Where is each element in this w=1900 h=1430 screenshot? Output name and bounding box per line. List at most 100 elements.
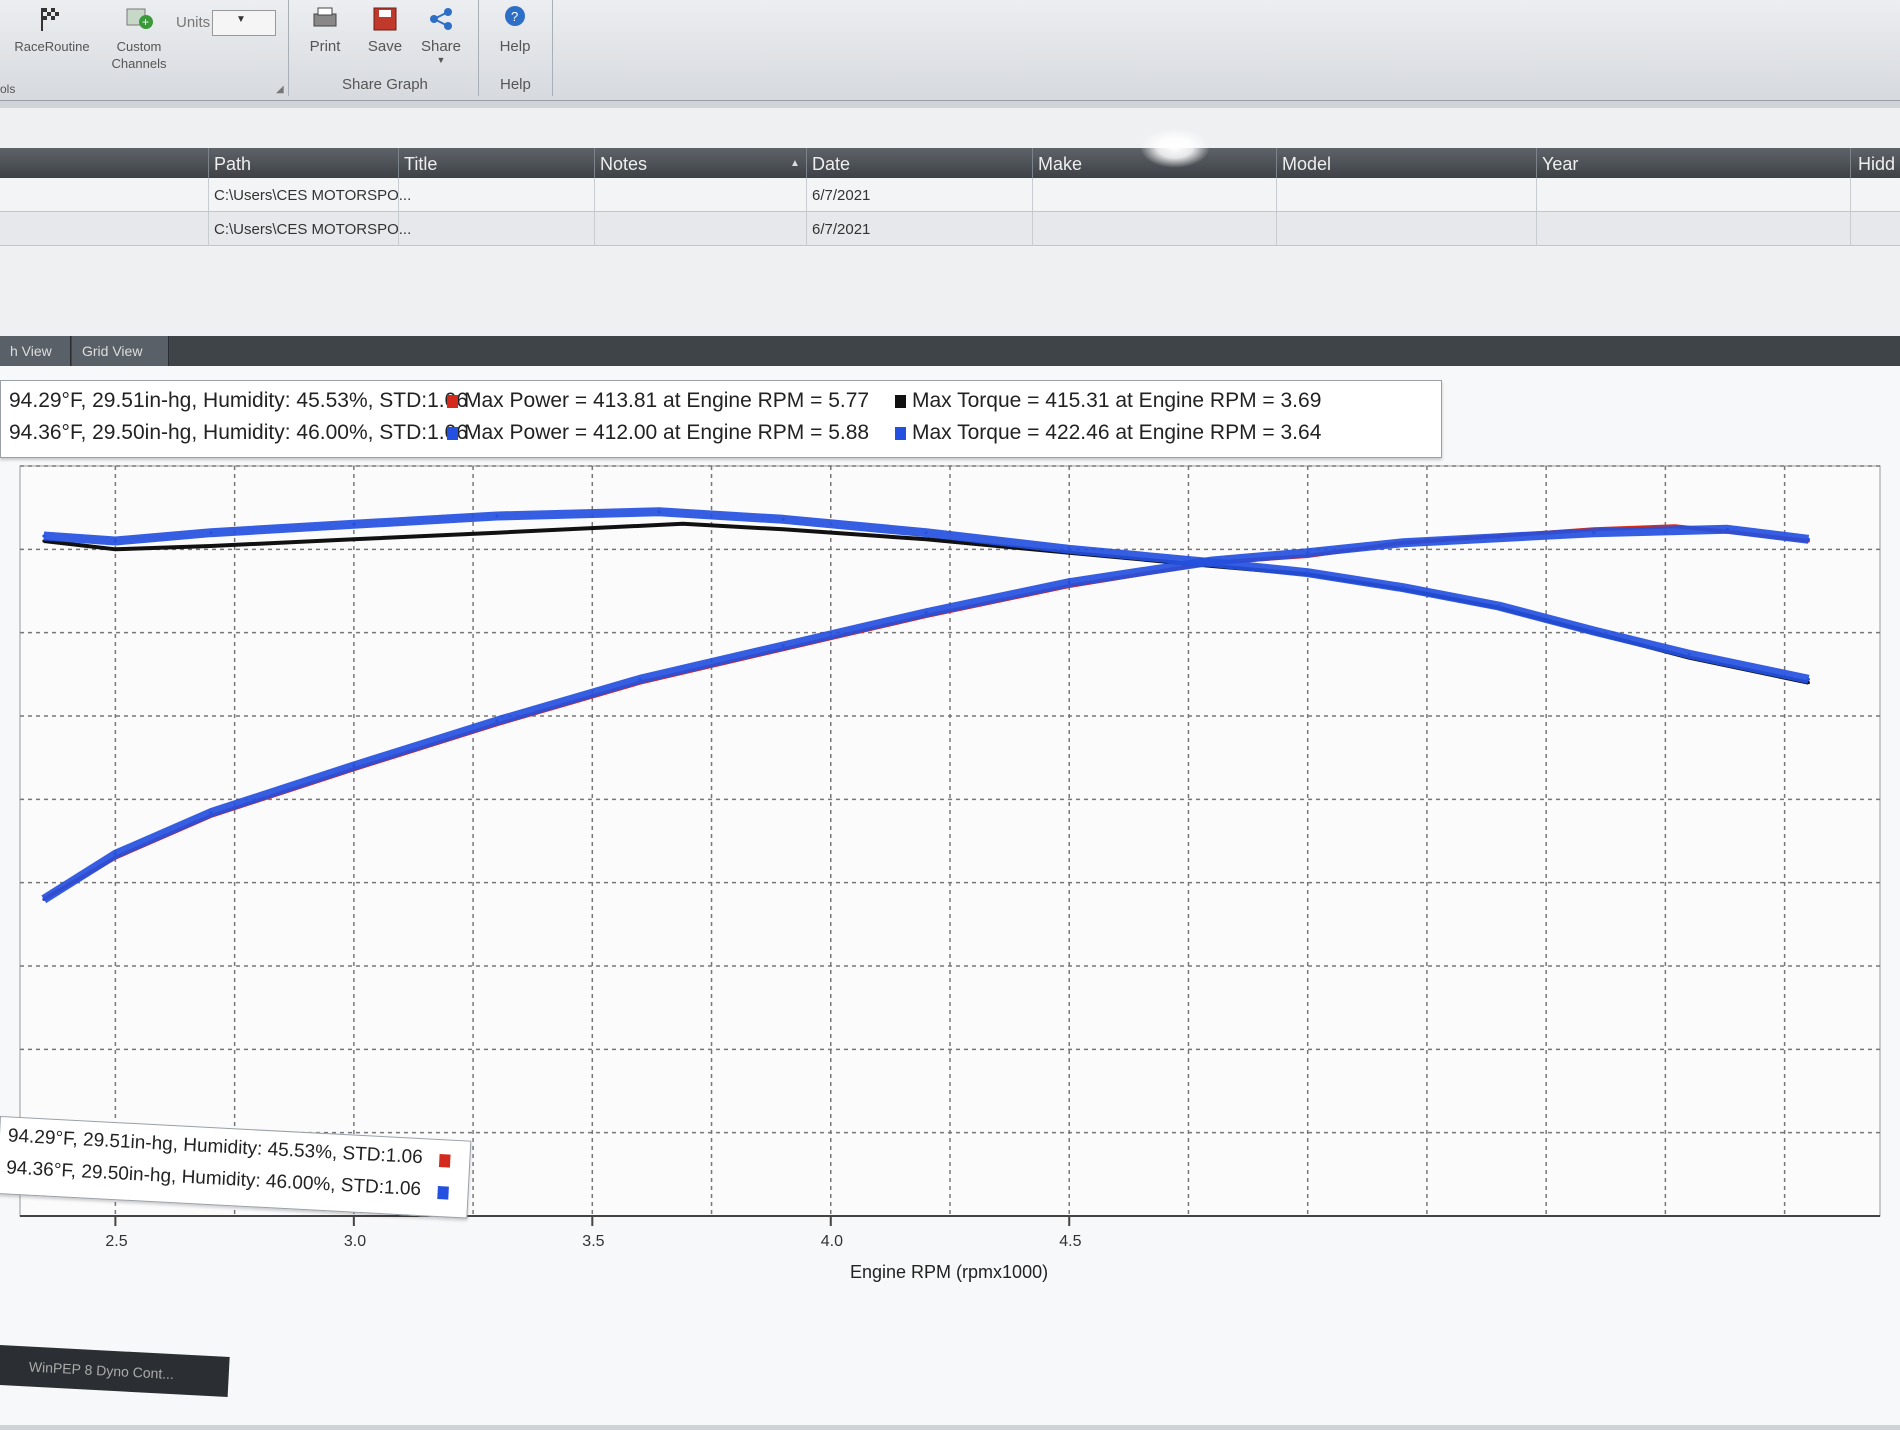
column-header-notes[interactable]: Notes [600,154,647,175]
column-divider [398,148,399,178]
series-point-3 [638,677,642,681]
red-swatch-icon [438,1154,451,1168]
series-point-4 [781,517,785,521]
run1-power-text: Max Power = 413.81 at Engine RPM = 5.77 [464,389,870,412]
series-point-2 [209,544,213,548]
series-point-4 [42,534,46,538]
series-point-4 [924,531,928,535]
legend-run1-torque: Max Torque = 415.31 at Engine RPM = 3.69 [895,389,1321,413]
column-divider [1276,148,1277,178]
series-point-3 [1067,581,1071,585]
blue-swatch-icon [447,427,458,440]
share-graph-group-label: Share Graph [342,76,428,93]
cell-date: 6/7/2021 [812,221,871,238]
cell-divider [208,178,209,211]
legend-run1-power: Max Power = 413.81 at Engine RPM = 5.77 [447,389,869,413]
run2-torque-text: Max Torque = 422.46 at Engine RPM = 3.64 [912,421,1322,444]
custom-channels-button[interactable]: + Custom Channels [104,6,174,72]
add-channel-icon: + [124,6,154,32]
series-point-3 [1806,537,1810,541]
column-divider [1536,148,1537,178]
help-button[interactable]: ? Help [488,6,542,55]
cell-date: 6/7/2021 [812,187,871,204]
cell-path: C:\Users\CES MOTORSPO... [214,221,412,238]
blue-swatch-icon [437,1186,449,1200]
save-label: Save [367,38,403,55]
share-icon [426,6,456,32]
series-point-3 [113,852,117,856]
series-point-3 [209,811,213,815]
sort-ascending-icon: ▲ [790,158,800,169]
x-tick-label: 4.5 [1059,1233,1081,1250]
column-header-hidden[interactable]: Hidd [1858,154,1895,175]
column-header-date[interactable]: Date [812,154,850,175]
tab-graph-view[interactable]: h View [0,336,71,366]
series-point-2 [113,547,117,551]
group-expander-icon[interactable]: ◢ [276,84,284,95]
chevron-down-icon: ▼ [236,14,246,25]
series-point-4 [1306,571,1310,575]
run1-torque-text: Max Torque = 415.31 at Engine RPM = 3.69 [912,389,1322,412]
series-point-3 [42,897,46,901]
black-swatch-icon [895,395,906,408]
share-label: Share [420,38,462,55]
cell-divider [398,178,399,211]
cell-divider [594,212,595,245]
cell-divider [1850,178,1851,211]
raceroutine-button[interactable]: RaceRoutine [12,6,92,55]
units-label: Units [176,14,211,31]
series-point-3 [1592,531,1596,535]
tools-group-label: ols [0,82,16,96]
dyno-chart[interactable]: 2.5 3.0 3.5 4.0 4.5 Engine RPM (rpmx1000) [0,366,1900,1425]
legend-run2-power: Max Power = 412.00 at Engine RPM = 5.88 [447,421,869,445]
cell-divider [208,212,209,245]
series-point-3 [1496,536,1500,540]
column-header-make[interactable]: Make [1038,154,1082,175]
help-group-label: Help [500,76,531,93]
x-tick-label: 4.0 [821,1233,843,1250]
save-button[interactable]: Save [360,6,410,55]
run2-conditions: 94.36°F, 29.50in-hg, Humidity: 46.00%, S… [9,421,468,444]
custom-channels-label: Custom Channels [111,39,167,71]
series-point-2 [495,531,499,535]
share-button[interactable]: Share ▼ [416,6,466,65]
series-point-2 [681,522,685,526]
checkered-flag-icon [37,6,67,32]
column-divider [806,148,807,178]
printer-icon [310,6,340,32]
table-row[interactable]: C:\Users\CES MOTORSPO... 6/7/2021 [0,212,1900,246]
screen-glare [1140,128,1210,168]
view-tabs: h View Grid View [0,336,1900,366]
series-point-4 [1687,652,1691,656]
table-row[interactable]: C:\Users\CES MOTORSPO... 6/7/2021 [0,178,1900,212]
ribbon-separator [552,0,553,96]
series-point-4 [1401,586,1405,590]
column-divider [1032,148,1033,178]
column-header-year[interactable]: Year [1542,154,1578,175]
chevron-down-icon: ▼ [436,55,446,65]
svg-text:?: ? [511,9,518,24]
series-point-4 [209,531,213,535]
table-header: Path Title Notes ▲ Date Make Model Year … [0,148,1900,178]
tab-grid-view[interactable]: Grid View [72,336,169,366]
series-point-4 [1806,677,1810,681]
series-point-4 [495,514,499,518]
ribbon-separator [288,0,289,96]
column-header-model[interactable]: Model [1282,154,1331,175]
cell-divider [806,178,807,211]
series-point-3 [1306,551,1310,555]
series-point-4 [352,522,356,526]
print-button[interactable]: Print [300,6,350,55]
cell-path: C:\Users\CES MOTORSPO... [214,187,412,204]
column-header-title[interactable]: Title [404,154,437,175]
red-swatch-icon [447,395,458,408]
cell-divider [1032,212,1033,245]
series-point-3 [924,611,928,615]
taskbar-item-label: WinPEP 8 Dyno Cont... [28,1358,175,1383]
x-tick-label: 2.5 [105,1233,127,1250]
help-label: Help [499,38,531,55]
cell-divider [806,212,807,245]
column-header-path[interactable]: Path [214,154,251,175]
x-axis-label: Engine RPM (rpmx1000) [850,1262,1048,1282]
cell-divider [1032,178,1033,211]
